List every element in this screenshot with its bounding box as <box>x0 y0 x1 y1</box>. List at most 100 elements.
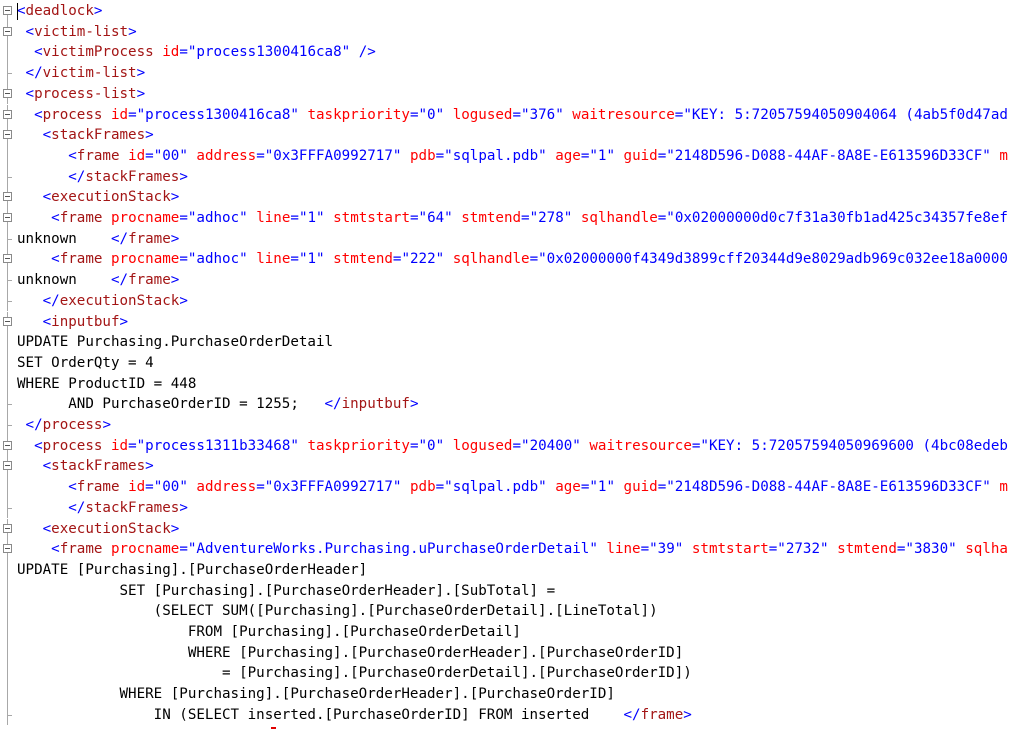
code-token: "AdventureWorks.Purchasing.uPurchaseOrde… <box>187 541 598 558</box>
code-token: < <box>68 147 77 164</box>
code-line[interactable]: unknown </frame> <box>0 270 1024 291</box>
fold-gutter <box>0 125 15 146</box>
code-line[interactable]: </stackFrames> <box>0 166 1024 188</box>
code-token: </ <box>25 65 43 82</box>
xml-editor[interactable]: <deadlock> <victim-list> <victimProcess … <box>0 0 1024 729</box>
outline-line <box>7 601 8 622</box>
collapse-icon[interactable] <box>3 316 12 326</box>
code-text: WHERE [Purchasing].[PurchaseOrderHeader]… <box>17 643 683 664</box>
code-token: stackFrames <box>51 458 146 475</box>
collapse-icon[interactable] <box>3 130 12 140</box>
code-line[interactable]: SET OrderQty = 4 <box>0 352 1024 374</box>
code-token: logused <box>452 437 513 454</box>
code-line[interactable]: </process> <box>0 415 1024 436</box>
collapse-icon[interactable] <box>3 192 12 202</box>
code-line[interactable]: <victim-list> <box>0 21 1024 43</box>
outline-line <box>7 15 8 22</box>
code-token: frame <box>128 230 171 247</box>
code-token: procname <box>110 251 180 268</box>
code-line[interactable]: <process-list> <box>0 83 1024 105</box>
code-token: "adhoc" <box>187 210 248 226</box>
code-line[interactable]: <stackFrames> <box>0 125 1024 146</box>
code-line[interactable]: <executionStack> <box>0 187 1024 208</box>
code-line[interactable]: <frame id="00" address="0x3FFFA0992717" … <box>0 145 1024 167</box>
code-token: < <box>34 437 43 454</box>
outline-line <box>7 622 8 643</box>
code-token: < <box>25 23 35 40</box>
code-token: = <box>657 479 667 496</box>
code-line[interactable]: WHERE [Purchasing].[PurchaseOrderHeader]… <box>0 684 1024 705</box>
code-token: < <box>42 520 52 537</box>
code-token: > <box>170 230 180 247</box>
collapse-icon[interactable] <box>3 88 12 98</box>
code-line[interactable]: <frame procname="adhoc" line="1" stmtsta… <box>0 208 1024 229</box>
fold-gutter <box>0 497 15 519</box>
fold-gutter <box>0 270 15 291</box>
code-token: frame <box>128 272 171 289</box>
code-line[interactable]: FROM [Purchasing].[PurchaseOrderDetail] <box>0 622 1024 643</box>
code-line[interactable]: WHERE [Purchasing].[PurchaseOrderHeader]… <box>0 642 1024 664</box>
code-token: stmtstart <box>333 210 410 226</box>
code-token: frame <box>640 706 684 723</box>
code-line[interactable]: = [Purchasing].[PurchaseOrderDetail].[Pu… <box>0 663 1024 685</box>
code-line[interactable]: <process id="process1311b33468" taskprio… <box>0 435 1024 457</box>
collapse-icon[interactable] <box>3 213 12 222</box>
code-text: <frame procname="AdventureWorks.Purchasi… <box>17 539 1008 560</box>
code-line[interactable]: </victim-list> <box>0 63 1024 84</box>
code-line[interactable]: <inputbuf> <box>0 311 1024 333</box>
code-line[interactable]: </executionStack> <box>0 290 1024 312</box>
code-token: = <box>657 210 667 226</box>
code-line[interactable]: UPDATE Purchasing.PurchaseOrderDetail <box>0 332 1024 353</box>
code-line[interactable]: UPDATE [Purchasing].[PurchaseOrderHeader… <box>0 559 1024 581</box>
code-token: = <box>179 251 188 268</box>
code-token: "0x3FFFA0992717" <box>264 479 402 496</box>
code-token: "2148D596-D088-44AF-8A8E-E613596D33CF" <box>666 147 991 164</box>
collapse-icon[interactable] <box>3 6 12 15</box>
fold-gutter <box>0 290 15 312</box>
code-text: </victim-list> <box>17 63 146 84</box>
code-token: executionStack <box>51 520 171 537</box>
code-token: > <box>102 417 111 433</box>
code-line[interactable]: <executionStack> <box>0 518 1024 540</box>
collapse-icon[interactable] <box>3 544 12 554</box>
code-line[interactable]: unknown </frame> <box>0 228 1024 250</box>
code-line[interactable]: AND PurchaseOrderID = 1255; </inputbuf> <box>0 394 1024 415</box>
code-token: sqlhandle <box>452 251 530 268</box>
code-line[interactable]: <frame procname="AdventureWorks.Purchasi… <box>0 539 1024 560</box>
collapse-icon[interactable] <box>3 109 12 119</box>
code-line[interactable]: (SELECT SUM([Purchasing].[PurchaseOrderD… <box>0 601 1024 622</box>
collapse-icon[interactable] <box>3 461 12 471</box>
code-token: < <box>34 106 43 123</box>
code-token: </ <box>68 499 86 516</box>
collapse-icon[interactable] <box>3 523 12 533</box>
code-line[interactable]: </stackFrames> <box>0 497 1024 519</box>
code-line[interactable]: <deadlock> <box>0 1 1024 22</box>
collapse-icon[interactable] <box>3 254 12 264</box>
outline-end-tick <box>7 714 12 716</box>
fold-gutter <box>0 104 15 126</box>
fold-gutter <box>0 249 15 271</box>
code-line[interactable]: WHERE ProductID = 448 <box>0 373 1024 395</box>
code-token: stmtend <box>333 251 393 268</box>
fold-gutter <box>0 394 15 415</box>
code-token: (SELECT SUM([Purchasing].[PurchaseOrderD… <box>17 603 658 620</box>
code-line[interactable]: <frame procname="adhoc" line="1" stmtend… <box>0 249 1024 271</box>
code-token: id <box>128 479 146 496</box>
code-line[interactable]: <stackFrames> <box>0 456 1024 478</box>
collapse-icon[interactable] <box>3 440 12 450</box>
code-line[interactable]: SET [Purchasing].[PurchaseOrderHeader].[… <box>0 580 1024 602</box>
code-token: frame <box>59 210 103 226</box>
code-token: deadlock <box>25 3 94 19</box>
collapse-icon[interactable] <box>3 26 12 36</box>
code-line[interactable]: <frame id="00" address="0x3FFFA0992717" … <box>0 477 1024 498</box>
code-token: inputbuf <box>51 313 120 330</box>
code-line[interactable]: IN (SELECT inserted.[PurchaseOrderID] FR… <box>0 704 1024 726</box>
code-token: procname <box>110 541 180 558</box>
code-line[interactable]: <victimProcess id="process1300416ca8" /> <box>0 42 1024 64</box>
code-line[interactable]: <process id="process1300416ca8" taskprio… <box>0 104 1024 126</box>
